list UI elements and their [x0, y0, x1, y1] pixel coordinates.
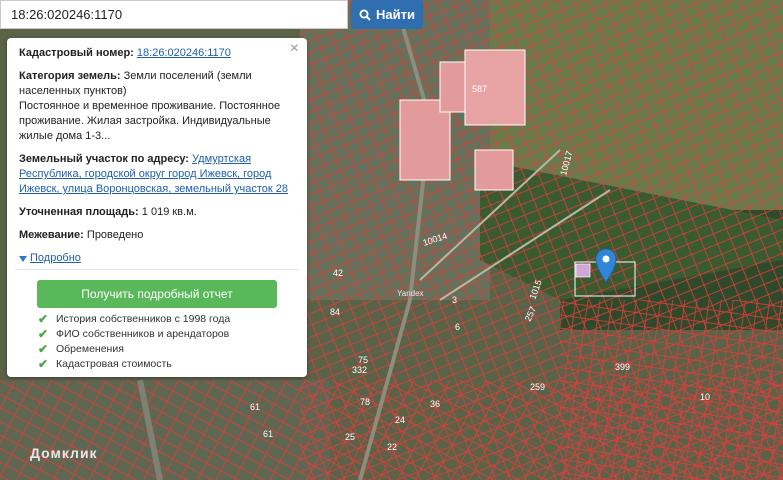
map-label: 6 — [455, 322, 460, 332]
address-label: Земельный участок по адресу: — [19, 153, 189, 165]
map-label: 36 — [430, 399, 440, 409]
parcel-info-popup: × Кадастровый номер: 18:26:020246:1170 К… — [7, 38, 307, 377]
watermark-logo: Домклик — [30, 445, 98, 461]
map-label: 75 — [358, 355, 368, 365]
feature-text: ФИО собственников и арендаторов — [56, 328, 230, 340]
check-icon: ✔ — [38, 327, 49, 341]
list-item: ✔ Обременения — [38, 342, 298, 357]
check-icon: ✔ — [38, 342, 49, 356]
feature-text: Кадастровая стоимость — [56, 358, 172, 370]
map-label: 3 — [452, 295, 457, 305]
category-label: Категория земель: — [19, 70, 121, 82]
check-icon: ✔ — [38, 312, 49, 326]
survey-value: Проведено — [86, 229, 144, 241]
triangle-down-icon — [19, 255, 27, 262]
cadastral-number-link[interactable]: 18:26:020246:1170 — [137, 47, 231, 59]
cadastral-row: Кадастровый номер: 18:26:020246:1170 — [19, 46, 291, 61]
search-button[interactable]: Найти — [351, 0, 423, 29]
area-label: Уточненная площадь: — [19, 206, 139, 218]
survey-row: Межевание: Проведено — [19, 228, 291, 243]
map-label: 84 — [330, 307, 340, 317]
map-label: 10 — [700, 392, 710, 402]
map-label: 587 — [472, 84, 487, 94]
divider — [15, 269, 299, 270]
map-label: 332 — [352, 365, 367, 375]
cadastral-label: Кадастровый номер: — [19, 47, 134, 59]
close-icon[interactable]: × — [290, 41, 299, 57]
map-label: 259 — [530, 382, 545, 392]
list-item: ✔ ФИО собственников и арендаторов — [38, 327, 298, 342]
report-features-list: ✔ История собственников с 1998 года ✔ ФИО … — [38, 312, 298, 372]
more-details-label[interactable]: Подробно — [30, 251, 81, 266]
survey-label: Межевание: — [19, 229, 84, 241]
list-item: ✔ Кадастровая стоимость — [38, 357, 298, 372]
map-label: 399 — [615, 362, 630, 372]
map-label: 24 — [395, 415, 405, 425]
search-icon — [359, 9, 371, 21]
usage-text: Постоянное и временное проживание. Посто… — [19, 100, 281, 142]
search-input[interactable] — [0, 0, 348, 29]
yandex-label: Yandex — [397, 289, 424, 298]
search-button-label: Найти — [376, 7, 415, 22]
map-label: 42 — [333, 268, 343, 278]
map-label: 61 — [250, 402, 260, 412]
map-label: 25 — [345, 432, 355, 442]
address-row: Земельный участок по адресу: Удмуртская … — [19, 152, 291, 197]
map-label: 61 — [263, 429, 273, 439]
map-label: 22 — [387, 442, 397, 452]
list-item: ✔ История собственников с 1998 года — [38, 312, 298, 327]
get-report-button[interactable]: Получить подробный отчет — [37, 280, 277, 308]
area-row: Уточненная площадь: 1 019 кв.м. — [19, 205, 291, 220]
more-details-link[interactable]: Подробно — [19, 251, 291, 266]
feature-text: Обременения — [56, 343, 124, 355]
category-row: Категория земель: Земли поселений (земли… — [19, 69, 291, 144]
area-value: 1 019 кв.м. — [141, 206, 197, 218]
map-label: 78 — [360, 397, 370, 407]
check-icon: ✔ — [38, 357, 49, 371]
feature-text: История собственников с 1998 года — [56, 313, 231, 325]
